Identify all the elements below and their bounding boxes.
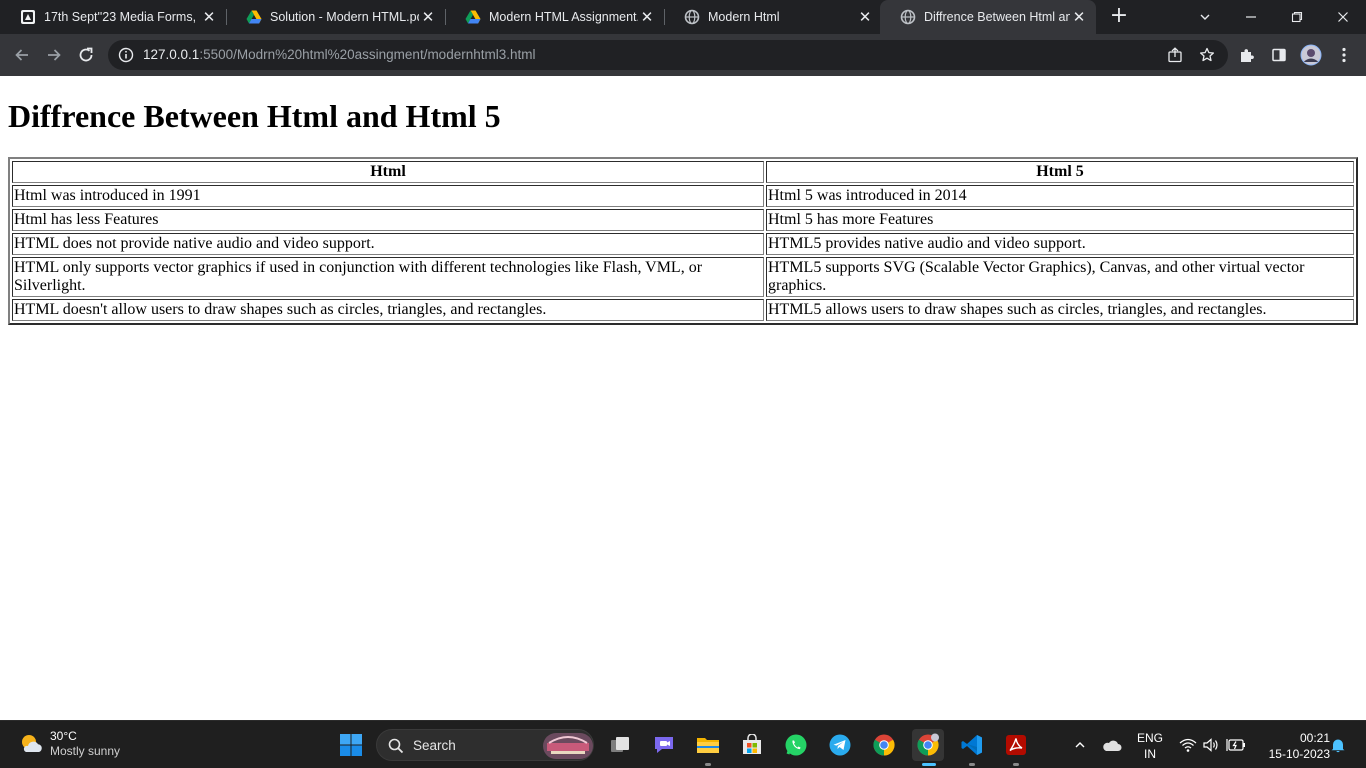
reload-button[interactable]	[73, 42, 99, 68]
table-cell: HTML does not provide native audio and v…	[12, 233, 764, 255]
clock-time: 00:21	[1299, 731, 1330, 745]
close-icon[interactable]: ✕	[1070, 8, 1088, 26]
table-cell: Html 5 was introduced in 2014	[766, 185, 1354, 207]
globe-icon	[684, 9, 700, 25]
search-label: Search	[413, 738, 456, 753]
search-icon	[388, 738, 404, 754]
browser-tab-strip: 17th Sept''23 Media Forms, M ✕ Solution …	[0, 0, 1366, 34]
extensions-puzzle-icon[interactable]	[1234, 42, 1260, 68]
table-row: HTML only supports vector graphics if us…	[12, 257, 1354, 297]
input-language[interactable]: ENG IN	[1134, 730, 1166, 762]
clock-date: 15-10-2023	[1268, 747, 1330, 761]
battery-icon[interactable]	[1220, 729, 1252, 761]
telegram-icon[interactable]	[824, 729, 856, 761]
tab-title: Solution - Modern HTML.pdf	[270, 10, 419, 24]
running-indicator	[705, 763, 711, 766]
site-info-icon[interactable]	[118, 47, 134, 63]
tab-modern-html-assignment[interactable]: Modern HTML Assignment.p ✕	[445, 0, 664, 34]
weather-condition: Mostly sunny	[50, 744, 121, 758]
table-cell: HTML5 provides native audio and video su…	[766, 233, 1354, 255]
table-row: HTML doesn't allow users to draw shapes …	[12, 299, 1354, 321]
table-row: HTML does not provide native audio and v…	[12, 233, 1354, 255]
file-explorer-icon[interactable]	[692, 729, 724, 761]
google-drive-icon	[465, 9, 481, 25]
table-cell: Html was introduced in 1991	[12, 185, 764, 207]
system-clock[interactable]: 00:21 15-10-2023	[1254, 730, 1330, 762]
url-text[interactable]: 127.0.0.1:5500/Modrn%20html%20assingment…	[143, 47, 535, 62]
table-cell: Html 5 has more Features	[766, 209, 1354, 231]
tab-media-forms[interactable]: 17th Sept''23 Media Forms, M ✕	[0, 0, 226, 34]
tab-diffrence-between-html[interactable]: Diffrence Between Html and ✕	[880, 0, 1096, 34]
chat-icon[interactable]	[648, 729, 680, 761]
share-icon[interactable]	[1166, 46, 1184, 64]
table-cell: HTML doesn't allow users to draw shapes …	[12, 299, 764, 321]
weather-temperature: 30°C	[50, 729, 77, 743]
media-forms-icon	[20, 9, 36, 25]
windows-start-icon[interactable]	[335, 729, 367, 761]
url-host: 127.0.0.1	[143, 47, 200, 62]
table-header-row: Html Html 5	[12, 161, 1354, 183]
language-code: ENG	[1136, 731, 1163, 745]
profile-avatar[interactable]	[1298, 42, 1324, 68]
running-indicator	[969, 763, 975, 766]
partly-sunny-icon	[18, 731, 44, 757]
search-highlight-icon	[543, 733, 593, 759]
close-icon[interactable]: ✕	[638, 8, 656, 26]
page-heading: Diffrence Between Html and Html 5	[8, 98, 501, 134]
bookmark-star-icon[interactable]	[1198, 46, 1216, 64]
side-panel-icon[interactable]	[1266, 42, 1292, 68]
tab-title: Diffrence Between Html and	[924, 10, 1070, 24]
whatsapp-icon[interactable]	[780, 729, 812, 761]
globe-icon	[900, 9, 916, 25]
table-cell: HTML5 supports SVG (Scalable Vector Grap…	[766, 257, 1354, 297]
table-row: Html was introduced in 1991 Html 5 was i…	[12, 185, 1354, 207]
minimize-button[interactable]	[1228, 0, 1274, 34]
weather-widget[interactable]: 30°C Mostly sunny	[18, 729, 120, 759]
close-icon[interactable]: ✕	[856, 8, 874, 26]
comparison-table: Html Html 5 Html was introduced in 1991 …	[8, 157, 1358, 325]
chrome-icon[interactable]	[868, 729, 900, 761]
table-cell: Html has less Features	[12, 209, 764, 231]
table-header-cell: Html	[12, 161, 764, 183]
tab-solution-pdf[interactable]: Solution - Modern HTML.pdf ✕	[226, 0, 445, 34]
close-icon[interactable]: ✕	[419, 8, 437, 26]
address-bar[interactable]: 127.0.0.1:5500/Modrn%20html%20assingment…	[108, 40, 1228, 70]
tab-modern-html[interactable]: Modern Html ✕	[664, 0, 882, 34]
tab-search-chevron-icon[interactable]	[1182, 0, 1228, 34]
notification-bell-icon[interactable]	[1326, 729, 1350, 761]
taskbar-search-box[interactable]: Search	[376, 729, 594, 761]
table-header-cell: Html 5	[766, 161, 1354, 183]
table-cell: HTML only supports vector graphics if us…	[12, 257, 764, 297]
browser-toolbar: 127.0.0.1:5500/Modrn%20html%20assingment…	[0, 34, 1366, 76]
chrome-profile-icon[interactable]	[912, 729, 944, 761]
back-button[interactable]	[9, 42, 35, 68]
new-tab-button[interactable]: +	[1108, 5, 1130, 28]
url-path: :5500/Modrn%20html%20assingment/modernht…	[199, 47, 536, 62]
browser-menu-icon[interactable]	[1331, 42, 1357, 68]
windows-taskbar: 30°C Mostly sunny Search ENG IN 00:21 15…	[0, 720, 1366, 768]
table-cell: HTML5 allows users to draw shapes such a…	[766, 299, 1354, 321]
onedrive-cloud-icon[interactable]	[1096, 729, 1128, 761]
running-indicator	[1013, 763, 1019, 766]
task-view-icon[interactable]	[604, 729, 636, 761]
restore-button[interactable]	[1274, 0, 1320, 34]
active-app-indicator	[922, 763, 936, 766]
tab-title: Modern HTML Assignment.p	[489, 10, 638, 24]
web-page-content: Diffrence Between Html and Html 5 Html H…	[0, 76, 1366, 720]
chevron-up-icon[interactable]	[1064, 729, 1096, 761]
forward-button[interactable]	[41, 42, 67, 68]
adobe-acrobat-icon[interactable]	[1000, 729, 1032, 761]
tab-title: 17th Sept''23 Media Forms, M	[44, 10, 200, 24]
google-drive-icon	[246, 9, 262, 25]
tab-title: Modern Html	[708, 10, 780, 24]
close-icon[interactable]: ✕	[200, 8, 218, 26]
table-row: Html has less Features Html 5 has more F…	[12, 209, 1354, 231]
microsoft-store-icon[interactable]	[736, 729, 768, 761]
vscode-icon[interactable]	[956, 729, 988, 761]
close-window-button[interactable]	[1320, 0, 1366, 34]
region-code: IN	[1144, 747, 1156, 761]
